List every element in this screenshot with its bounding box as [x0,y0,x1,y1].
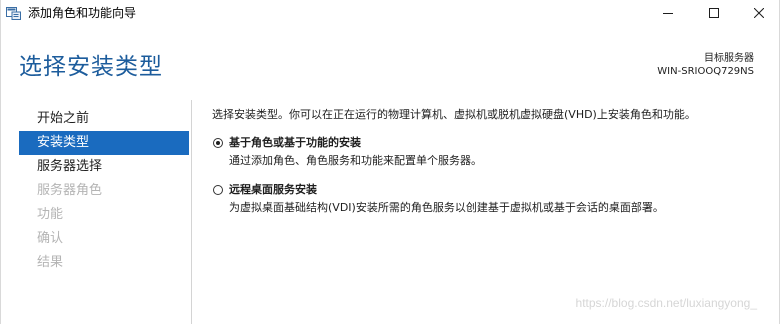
option-label[interactable]: 基于角色或基于功能的安装 [229,135,772,151]
page-title: 选择安装类型 [19,54,163,80]
nav-item-features: 功能 [37,207,64,222]
nav-divider [191,100,192,324]
nav-item-installation-type[interactable]: 安装类型 [19,131,189,155]
wizard-steps-nav: 开始之前 安装类型 服务器选择 服务器角色 功能 确认 结果 [19,107,189,275]
radio-remote-desktop[interactable] [213,185,223,195]
radio-role-based[interactable] [213,138,223,148]
maximize-button[interactable] [691,0,737,26]
main-content: 选择安装类型。你可以在正在运行的物理计算机、虚拟机或脱机虚拟硬盘(VHD)上安装… [212,107,772,216]
close-button[interactable] [736,0,779,26]
nav-item-confirmation: 确认 [37,231,64,246]
maximize-icon [709,8,719,18]
minimize-button[interactable] [645,0,691,26]
nav-item-before-you-begin[interactable]: 开始之前 [19,107,189,131]
nav-item-results: 结果 [37,255,64,270]
option-description: 为虚拟桌面基础结构(VDI)安装所需的角色服务以创建基于虚拟机或基于会话的桌面部… [229,201,664,214]
option-label[interactable]: 远程桌面服务安装 [229,182,772,198]
nav-item-server-selection[interactable]: 服务器选择 [19,155,189,179]
target-server-label: 目标服务器 [704,53,754,64]
option-remote-desktop-install[interactable]: 远程桌面服务安装 为虚拟桌面基础结构(VDI)安装所需的角色服务以创建基于虚拟机… [212,182,772,216]
option-role-based-install[interactable]: 基于角色或基于功能的安装 通过添加角色、角色服务和功能来配置单个服务器。 [212,135,772,169]
option-description: 通过添加角色、角色服务和功能来配置单个服务器。 [229,154,482,167]
watermark: https://blog.csdn.net/luxiangyong_ [575,296,757,310]
close-icon [754,8,764,18]
target-server-name: WIN-SRIOOQ729NS [657,66,754,77]
wizard-header: 选择安装类型 目标服务器 WIN-SRIOOQ729NS [1,26,779,96]
intro-text: 选择安装类型。你可以在正在运行的物理计算机、虚拟机或脱机虚拟硬盘(VHD)上安装… [212,108,696,121]
nav-item-server-roles: 服务器角色 [37,183,103,198]
server-manager-icon [6,5,21,20]
window-title: 添加角色和功能向导 [28,6,137,20]
wizard-window: 添加角色和功能向导 选择安装类型 目标服务器 WIN-SRIOOQ729NS 开… [0,0,780,324]
title-bar[interactable]: 添加角色和功能向导 [1,0,779,26]
minimize-icon [663,13,673,14]
